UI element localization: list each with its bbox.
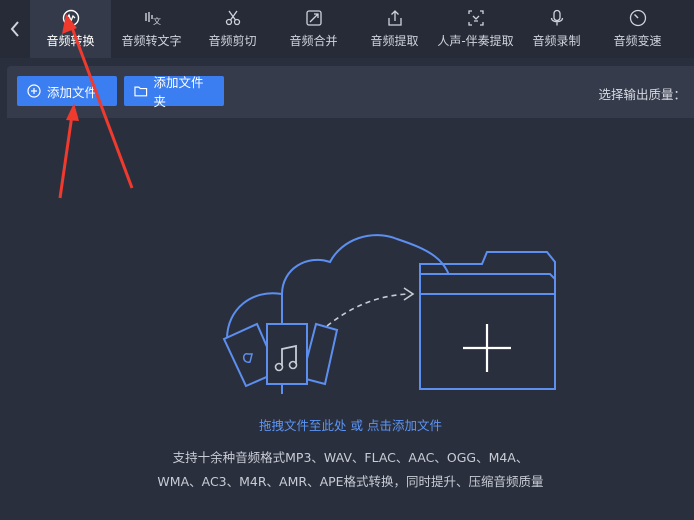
formats-line-1: 支持十余种音频格式MP3、WAV、FLAC、AAC、OGG、M4A、: [172, 450, 529, 465]
file-drop-area[interactable]: 拖拽文件至此处 或 点击添加文件 支持十余种音频格式MP3、WAV、FLAC、A…: [7, 118, 694, 520]
plus-circle-icon: [27, 84, 41, 98]
supported-formats-text: 支持十余种音频格式MP3、WAV、FLAC、AAC、OGG、M4A、 WMA、A…: [7, 446, 694, 494]
tab-audio-speed[interactable]: 音频变速: [597, 0, 678, 58]
scissors-icon: [224, 9, 242, 27]
tab-speech-to-text[interactable]: 文 音频转文字: [111, 0, 192, 58]
tab-label: 音频变速: [613, 34, 662, 48]
tab-audio-record[interactable]: 音频录制: [516, 0, 597, 58]
audio-convert-icon: [62, 9, 80, 27]
tab-label: 音频转换: [46, 34, 95, 48]
vocal-separate-icon: [467, 9, 485, 27]
tab-label: 音频录制: [532, 34, 581, 48]
tab-label: 音频提取: [370, 34, 419, 48]
merge-icon: [305, 9, 323, 27]
tab-audio-merge[interactable]: 音频合并: [273, 0, 354, 58]
tab-audio-cut[interactable]: 音频剪切: [192, 0, 273, 58]
file-toolbar: 添加文件 添加文件夹 选择输出质量：: [7, 66, 694, 118]
speed-icon: [629, 9, 647, 27]
formats-line-2: WMA、AC3、M4R、AMR、APE格式转换，同时提升、压缩音频质量: [157, 474, 544, 489]
tab-audio-extract[interactable]: 音频提取: [354, 0, 435, 58]
add-folder-button[interactable]: 添加文件夹: [124, 75, 224, 109]
tab-vocal-separate[interactable]: 人声-伴奏提取: [435, 0, 516, 58]
cloud-upload-illustration: [222, 234, 556, 394]
tool-tabs: 音频转换 文 音频转文字 音频剪切 音频合并 音频提取 人声-伴奏提取 音频录制…: [30, 0, 694, 58]
extract-icon: [386, 9, 404, 27]
add-file-label: 添加文件: [47, 84, 98, 100]
top-nav: 音频转换 文 音频转文字 音频剪切 音频合并 音频提取 人声-伴奏提取 音频录制…: [0, 0, 694, 58]
chevron-left-icon: [10, 21, 19, 37]
audio-files-icon: [222, 322, 339, 388]
back-button[interactable]: [0, 0, 30, 58]
tab-label: 人声-伴奏提取: [437, 34, 514, 48]
add-folder-label: 添加文件夹: [153, 75, 204, 109]
tab-label: 音频转文字: [121, 34, 182, 48]
microphone-icon: [548, 9, 566, 27]
svg-text:文: 文: [153, 16, 161, 26]
tab-label: 音频剪切: [208, 34, 257, 48]
drop-hint-link[interactable]: 拖拽文件至此处 或 点击添加文件: [7, 415, 694, 434]
output-quality-label: 选择输出质量：: [598, 87, 686, 102]
tab-label: 音频合并: [289, 34, 338, 48]
add-file-button[interactable]: 添加文件: [17, 76, 117, 106]
folder-icon: [134, 86, 148, 97]
speech-to-text-icon: 文: [143, 9, 161, 27]
tab-audio-convert[interactable]: 音频转换: [30, 0, 111, 58]
